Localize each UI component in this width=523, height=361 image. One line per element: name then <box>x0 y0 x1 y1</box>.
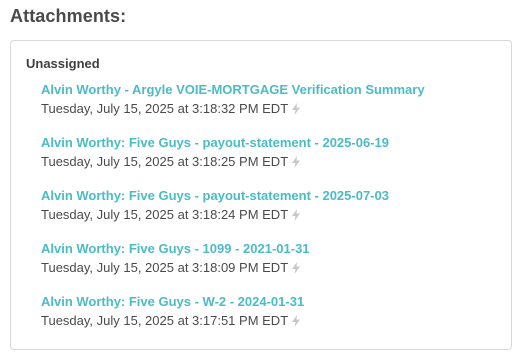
attachment-item: Alvin Worthy - Argyle VOIE-MORTGAGE Veri… <box>41 81 425 134</box>
attachment-timestamp: Tuesday, July 15, 2025 at 3:18:32 PM EDT <box>41 101 289 116</box>
attachment-link[interactable]: Alvin Worthy: Five Guys - payout-stateme… <box>41 134 425 151</box>
attachment-meta: Tuesday, July 15, 2025 at 3:18:24 PM EDT <box>41 206 425 223</box>
attachment-link[interactable]: Alvin Worthy: Five Guys - W-2 - 2024-01-… <box>41 293 425 310</box>
attachment-meta: Tuesday, July 15, 2025 at 3:18:09 PM EDT <box>41 259 425 276</box>
attachment-link[interactable]: Alvin Worthy: Five Guys - 1099 - 2021-01… <box>41 240 425 257</box>
attachment-list: Alvin Worthy - Argyle VOIE-MORTGAGE Veri… <box>41 81 425 346</box>
attachment-meta: Tuesday, July 15, 2025 at 3:18:25 PM EDT <box>41 153 425 170</box>
attachment-meta: Tuesday, July 15, 2025 at 3:18:32 PM EDT <box>41 100 425 117</box>
attachment-item: Alvin Worthy: Five Guys - W-2 - 2024-01-… <box>41 293 425 346</box>
attachment-item: Alvin Worthy: Five Guys - payout-stateme… <box>41 187 425 240</box>
lightning-bolt-icon <box>292 261 301 274</box>
attachment-timestamp: Tuesday, July 15, 2025 at 3:18:09 PM EDT <box>41 260 289 275</box>
attachment-link[interactable]: Alvin Worthy - Argyle VOIE-MORTGAGE Veri… <box>41 81 425 98</box>
lightning-bolt-icon <box>292 314 301 327</box>
attachments-heading: Attachments: <box>10 6 127 26</box>
lightning-bolt-icon <box>292 208 301 221</box>
lightning-bolt-icon <box>292 102 301 115</box>
attachment-timestamp: Tuesday, July 15, 2025 at 3:18:24 PM EDT <box>41 207 289 222</box>
attachment-item: Alvin Worthy: Five Guys - payout-stateme… <box>41 134 425 187</box>
attachment-timestamp: Tuesday, July 15, 2025 at 3:18:25 PM EDT <box>41 154 289 169</box>
lightning-bolt-icon <box>292 155 301 168</box>
attachments-panel: Unassigned Alvin Worthy - Argyle VOIE-MO… <box>10 40 512 350</box>
unassigned-group-label: Unassigned <box>26 56 100 71</box>
attachment-timestamp: Tuesday, July 15, 2025 at 3:17:51 PM EDT <box>41 313 289 328</box>
attachment-meta: Tuesday, July 15, 2025 at 3:17:51 PM EDT <box>41 312 425 329</box>
attachment-item: Alvin Worthy: Five Guys - 1099 - 2021-01… <box>41 240 425 293</box>
attachment-link[interactable]: Alvin Worthy: Five Guys - payout-stateme… <box>41 187 425 204</box>
